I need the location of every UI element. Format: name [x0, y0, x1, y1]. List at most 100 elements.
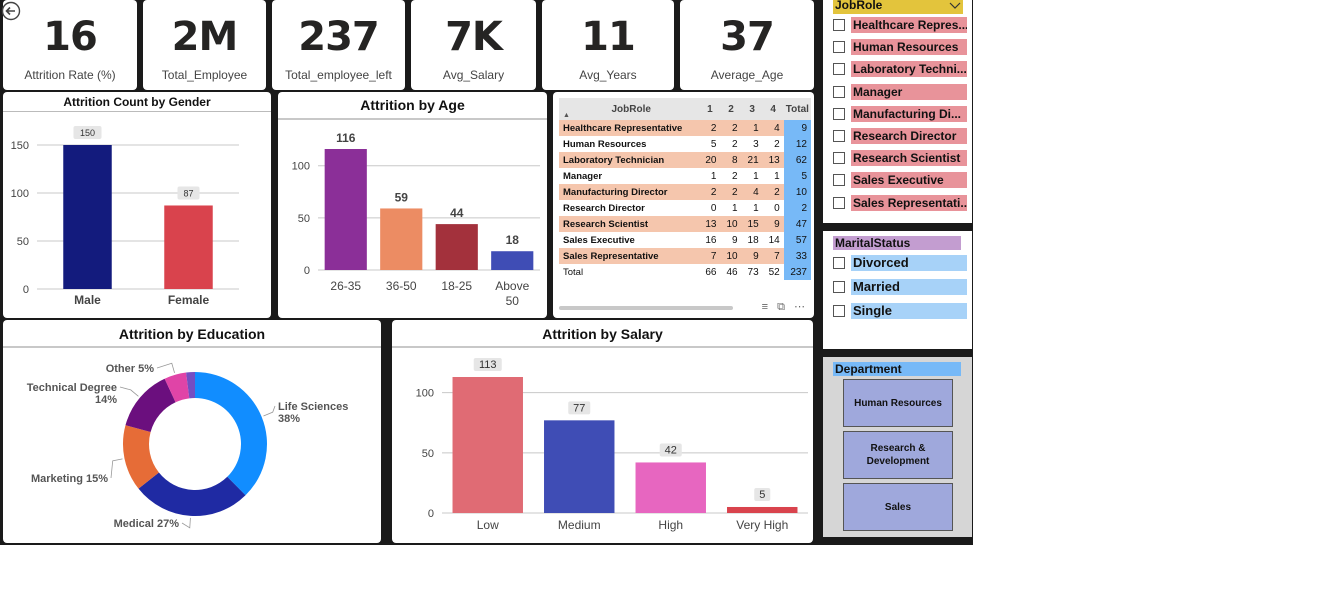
- cell: 18: [747, 234, 759, 246]
- donut-slice[interactable]: [138, 472, 246, 516]
- checkbox-icon[interactable]: [833, 305, 845, 317]
- table-row[interactable]: Manufacturing Director 2 2 4 2 10: [559, 184, 811, 200]
- cell: 2: [699, 184, 721, 200]
- department-button-research-development[interactable]: Research & Development: [843, 431, 953, 479]
- column-header[interactable]: 4: [762, 98, 784, 120]
- kpi-value: 2M: [171, 14, 239, 60]
- slicer-item[interactable]: Married: [833, 277, 967, 297]
- bar[interactable]: [635, 462, 706, 513]
- department-button-sales[interactable]: Sales: [843, 483, 953, 531]
- checkbox-icon[interactable]: [833, 19, 845, 31]
- column-header[interactable]: 3: [741, 98, 763, 120]
- donut-slice[interactable]: [125, 378, 176, 432]
- bar[interactable]: [544, 420, 615, 513]
- row-header: Research Scientist: [559, 216, 700, 232]
- education-donut-chart: Life Sciences38% Medical 27% Marketing 15%…: [27, 362, 348, 530]
- slicer-item[interactable]: Single: [833, 301, 967, 321]
- bar[interactable]: [435, 224, 478, 270]
- column-header[interactable]: 1: [699, 98, 721, 120]
- sort-ascending-icon[interactable]: ▲: [563, 112, 570, 119]
- kpi-label: Total_Employee: [161, 68, 248, 82]
- filter-icon[interactable]: ≡: [762, 301, 771, 313]
- table-row[interactable]: Research Director 0 1 1 0 2: [559, 200, 811, 216]
- leader-line: [263, 405, 276, 417]
- kpi-label: Attrition Rate (%): [24, 68, 116, 82]
- kpi-value: 37: [720, 14, 775, 60]
- column-header[interactable]: JobRole: [559, 98, 700, 120]
- checkbox-icon[interactable]: [833, 152, 845, 165]
- slicer-item[interactable]: Manufacturing Di...: [833, 104, 967, 124]
- column-header[interactable]: Total: [783, 98, 811, 120]
- slicer-item[interactable]: Laboratory Techni...: [833, 59, 967, 79]
- chevron-down-icon[interactable]: [949, 2, 961, 10]
- bar[interactable]: [491, 251, 534, 270]
- jobrole-slicer[interactable]: JobRole Healthcare Repres... Human Resour…: [823, 0, 972, 223]
- cell: 10: [720, 216, 742, 232]
- department-slicer[interactable]: Department Human Resources Research & De…: [823, 357, 972, 537]
- marital-status-slicer[interactable]: MaritalStatus Divorced Married Single: [823, 231, 972, 349]
- slicer-item[interactable]: Research Scientist: [833, 148, 967, 168]
- more-options-icon[interactable]: ⋯: [794, 301, 808, 313]
- cell: 20: [699, 152, 721, 168]
- checkbox-icon[interactable]: [833, 174, 845, 187]
- slicer-item[interactable]: Healthcare Repres...: [833, 15, 967, 35]
- slicer-item[interactable]: Divorced: [833, 253, 967, 273]
- slicer-item-label: Married: [851, 279, 967, 295]
- slicer-item[interactable]: Human Resources: [833, 37, 967, 57]
- column-header[interactable]: 2: [720, 98, 742, 120]
- checkbox-icon[interactable]: [833, 130, 845, 142]
- bar[interactable]: [324, 149, 367, 270]
- bar[interactable]: [63, 145, 112, 289]
- focus-mode-icon[interactable]: ⧉: [777, 301, 788, 313]
- bar[interactable]: [380, 208, 423, 270]
- table-row[interactable]: Laboratory Technician 20 8 21 13 62: [559, 152, 811, 168]
- checkbox-icon[interactable]: [833, 63, 845, 76]
- y-tick-label: 50: [298, 213, 310, 225]
- table-row[interactable]: Sales Representative 7 10 9 7 33: [559, 248, 811, 264]
- kpi-value: 237: [298, 14, 380, 60]
- cell: 7: [762, 248, 784, 264]
- table-row[interactable]: Research Scientist 13 10 15 9 47: [559, 216, 811, 232]
- table-row[interactable]: Manager 1 2 1 1 5: [559, 168, 811, 184]
- table-row[interactable]: Sales Executive 16 9 18 14 57: [559, 232, 811, 248]
- checkbox-icon[interactable]: [833, 107, 845, 120]
- cell: 7: [699, 248, 721, 264]
- back-arrow-icon[interactable]: [1, 1, 21, 21]
- checkbox-icon[interactable]: [833, 85, 845, 98]
- checkbox-icon[interactable]: [833, 257, 845, 269]
- jobrole-matrix: JobRole 1 2 3 4 Total Healthcare Represe…: [559, 98, 811, 280]
- salary-chart-tile[interactable]: Attrition by Salary 0 50 100 113 Low 77 Medium…: [392, 320, 813, 543]
- cell: 73: [747, 266, 759, 278]
- slicer-item[interactable]: Sales Representati...: [833, 193, 967, 213]
- slicer-item[interactable]: Research Director: [833, 126, 967, 146]
- horizontal-scrollbar[interactable]: [559, 306, 733, 310]
- checkbox-icon[interactable]: [833, 196, 845, 209]
- bar[interactable]: [727, 506, 798, 513]
- cell: 1: [710, 170, 717, 182]
- slice-label: 14%: [95, 394, 117, 406]
- bar[interactable]: [452, 377, 523, 513]
- dashboard-canvas: 16 Attrition Rate (%) 2M Total_Employee …: [0, 0, 973, 545]
- bar[interactable]: [164, 205, 213, 289]
- gender-chart-tile[interactable]: Attrition Count by Gender 0 50 100 150 150 Ma…: [3, 92, 271, 318]
- y-tick-label: 100: [292, 161, 310, 173]
- visual-toolbar[interactable]: ≡ ⧉ ⋯: [762, 300, 808, 314]
- education-chart-tile[interactable]: Attrition by Education Life Sciences 38% M…: [3, 320, 381, 543]
- donut-slice[interactable]: [195, 372, 267, 496]
- cell: 2: [774, 138, 780, 150]
- cell: 46: [726, 266, 738, 278]
- table-row[interactable]: Healthcare Representative 2 2 1 4 9: [559, 120, 811, 136]
- slicer-item[interactable]: Manager: [833, 82, 967, 102]
- checkbox-icon[interactable]: [833, 281, 845, 293]
- table-row[interactable]: Human Resources 5 2 3 2 12: [559, 136, 811, 152]
- age-chart-tile[interactable]: Attrition by Age 0 50 100 116 26-35 59 36-50 44…: [278, 92, 547, 318]
- kpi-value: 11: [581, 14, 636, 60]
- slicer-item[interactable]: Sales Executive: [833, 170, 967, 190]
- jobrole-matrix-tile[interactable]: JobRole 1 2 3 4 Total Healthcare Represe…: [553, 92, 814, 318]
- slicer-item-label: Manufacturing Di...: [851, 105, 967, 122]
- leader-line: [156, 362, 175, 373]
- checkbox-icon[interactable]: [833, 41, 845, 54]
- department-button-human-resources[interactable]: Human Resources: [843, 379, 953, 427]
- slice-label: Other 5%: [106, 363, 155, 375]
- slice-label: Medical 27%: [114, 518, 180, 530]
